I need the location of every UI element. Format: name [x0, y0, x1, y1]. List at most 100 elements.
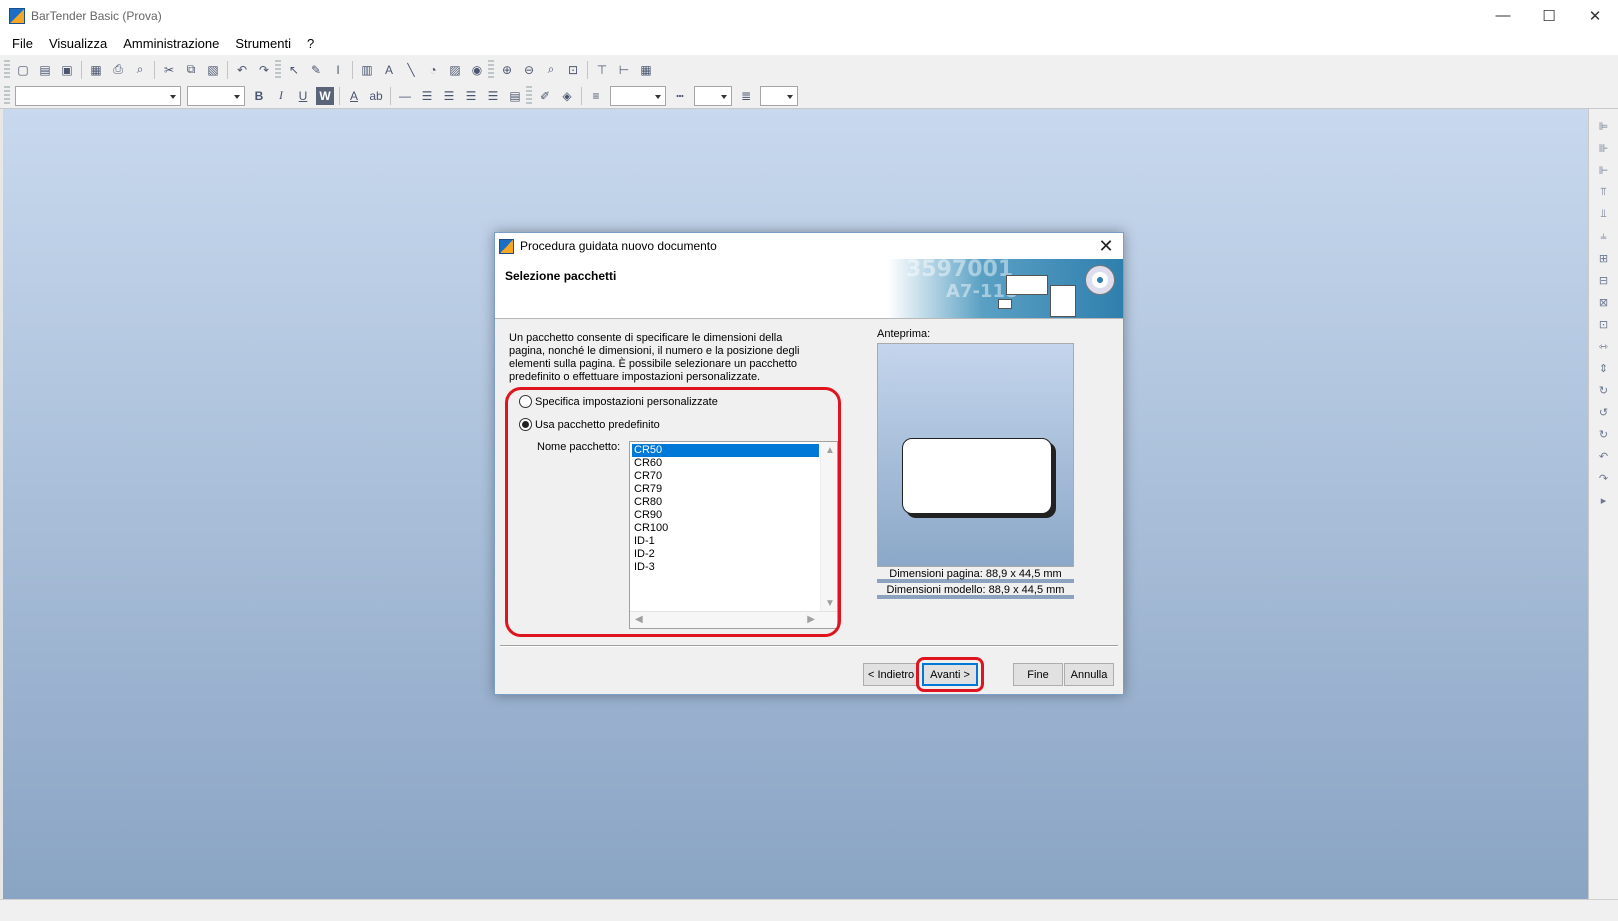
- back-button[interactable]: < Indietro: [863, 663, 919, 686]
- disc-label-icon: [1085, 265, 1115, 295]
- small-label-icon: [998, 299, 1012, 309]
- border-icon[interactable]: ≣: [735, 85, 757, 107]
- fill-color-icon[interactable]: ◈: [556, 85, 578, 107]
- bold-button[interactable]: B: [248, 85, 270, 107]
- package-description: Un pacchetto consente di specificare le …: [509, 332, 800, 383]
- page-setup-icon[interactable]: ▦: [85, 59, 107, 81]
- toolbar-grip[interactable]: [275, 59, 281, 80]
- finish-button[interactable]: Fine: [1013, 663, 1063, 686]
- redo-icon[interactable]: ↷: [253, 59, 275, 81]
- cut-icon[interactable]: ✂: [158, 59, 180, 81]
- label-preview-shape: [902, 438, 1052, 514]
- distribute-horizontally-icon[interactable]: ⊠: [1593, 291, 1615, 313]
- print-preview-icon[interactable]: ⌕: [129, 59, 151, 81]
- dialog-close-icon[interactable]: ✕: [1095, 235, 1117, 257]
- rotate-left-icon[interactable]: ↶: [1593, 445, 1615, 467]
- highlight-icon[interactable]: ab: [365, 85, 387, 107]
- undo-icon[interactable]: ↶: [231, 59, 253, 81]
- fit-icon[interactable]: ⊡: [562, 59, 584, 81]
- align-bottom-edges-icon[interactable]: ⫨: [1593, 225, 1615, 247]
- line-color-icon[interactable]: ✐: [534, 85, 556, 107]
- toolbar-grip[interactable]: [4, 59, 10, 80]
- menu-tools[interactable]: Strumenti: [227, 34, 299, 53]
- toolbar-grip[interactable]: [488, 59, 494, 80]
- paintbrush-icon[interactable]: ✎: [305, 59, 327, 81]
- new-icon[interactable]: ▢: [12, 59, 34, 81]
- border-combo[interactable]: [760, 85, 798, 106]
- align-centers-icon[interactable]: ⊪: [1593, 137, 1615, 159]
- grid-icon[interactable]: ▦: [635, 59, 657, 81]
- text-cursor-icon[interactable]: I: [327, 59, 349, 81]
- copy-icon[interactable]: ⧉: [180, 59, 202, 81]
- menu-help[interactable]: ?: [299, 34, 322, 53]
- line-thickness-icon[interactable]: ≡: [585, 85, 607, 107]
- text-icon[interactable]: A: [378, 59, 400, 81]
- rotate-90-icon[interactable]: ↻: [1593, 379, 1615, 401]
- menu-view[interactable]: Visualizza: [41, 34, 115, 53]
- barcode-icon[interactable]: ▥: [356, 59, 378, 81]
- align-left-icon[interactable]: ☰: [416, 85, 438, 107]
- font-size-combo[interactable]: [187, 85, 245, 106]
- align-none-icon[interactable]: —: [394, 85, 416, 107]
- window-controls: — ☐ ✕: [1480, 0, 1618, 31]
- underline-button[interactable]: U: [292, 85, 314, 107]
- align-right-icon[interactable]: ☰: [460, 85, 482, 107]
- package-options-highlight: [505, 387, 841, 637]
- align-left-edges-icon[interactable]: ⊫: [1593, 115, 1615, 137]
- close-button[interactable]: ✕: [1572, 0, 1618, 31]
- ruler-h-icon[interactable]: ⊤: [591, 59, 613, 81]
- distribute-vertically-icon[interactable]: ⊡: [1593, 313, 1615, 335]
- zoom-icon[interactable]: ⌕: [540, 59, 562, 81]
- maximize-button[interactable]: ☐: [1526, 0, 1572, 31]
- center-horizontally-icon[interactable]: ⊞: [1593, 247, 1615, 269]
- rotate-180-icon[interactable]: ↺: [1593, 401, 1615, 423]
- picture-icon[interactable]: ▨: [444, 59, 466, 81]
- paste-icon[interactable]: ▧: [202, 59, 224, 81]
- rotate-270-icon[interactable]: ↻: [1593, 423, 1615, 445]
- toolbar-grip[interactable]: [526, 85, 532, 106]
- align-middles-icon[interactable]: ⫫: [1593, 203, 1615, 225]
- menu-file[interactable]: File: [4, 34, 41, 53]
- shape-icon[interactable]: ◔: [422, 59, 444, 81]
- align-right-edges-icon[interactable]: ⊩: [1593, 159, 1615, 181]
- toolbar-grip[interactable]: [4, 85, 10, 106]
- rfid-icon[interactable]: ◉: [466, 59, 488, 81]
- ruler-v-icon[interactable]: ⊢: [613, 59, 635, 81]
- barcode-label-icon: [1006, 275, 1048, 295]
- more-icon[interactable]: ▸: [1593, 489, 1615, 511]
- save-icon[interactable]: ▣: [56, 59, 78, 81]
- font-color-button[interactable]: A: [343, 85, 365, 107]
- zoom-in-icon[interactable]: ⊕: [496, 59, 518, 81]
- select-icon[interactable]: ↖: [283, 59, 305, 81]
- toolbar-separator: [581, 86, 582, 105]
- font-name-combo[interactable]: [15, 85, 181, 106]
- line-style-combo[interactable]: [694, 85, 732, 106]
- line-style-icon[interactable]: ┅: [669, 85, 691, 107]
- qr-label-icon: [1050, 285, 1076, 317]
- minimize-button[interactable]: —: [1480, 0, 1526, 31]
- word-wrap-button[interactable]: W: [316, 86, 334, 105]
- align-justify-icon[interactable]: ☰: [482, 85, 504, 107]
- align-top-edges-icon[interactable]: ⫪: [1593, 181, 1615, 203]
- rotate-right-icon[interactable]: ↷: [1593, 467, 1615, 489]
- align-center-icon[interactable]: ☰: [438, 85, 460, 107]
- italic-button[interactable]: I: [270, 85, 292, 107]
- template-dimensions-text: Dimensioni modello: 88,9 x 44,5 mm: [877, 583, 1074, 599]
- space-vertically-icon[interactable]: ⇕: [1593, 357, 1615, 379]
- status-bar: [0, 899, 1618, 921]
- menu-administration[interactable]: Amministrazione: [115, 34, 227, 53]
- page-dimensions-text: Dimensioni pagina: 88,9 x 44,5 mm: [877, 567, 1074, 583]
- center-vertically-icon[interactable]: ⊟: [1593, 269, 1615, 291]
- toolbar-row-2: B I U W A ab — ☰ ☰ ☰ ☰ ▤ ✐ ◈ ≡ ┅ ≣: [4, 83, 801, 108]
- line-icon[interactable]: ╲: [400, 59, 422, 81]
- toolbar-separator: [227, 60, 228, 79]
- line-thickness-combo[interactable]: [610, 85, 666, 106]
- print-icon[interactable]: ⎙: [107, 59, 129, 81]
- zoom-out-icon[interactable]: ⊖: [518, 59, 540, 81]
- open-icon[interactable]: ▤: [34, 59, 56, 81]
- space-horizontally-icon[interactable]: ⇿: [1593, 335, 1615, 357]
- align-full-icon[interactable]: ▤: [504, 85, 526, 107]
- cancel-button[interactable]: Annulla: [1064, 663, 1114, 686]
- preview-label: Anteprima:: [877, 328, 931, 340]
- toolbar-separator: [339, 86, 340, 105]
